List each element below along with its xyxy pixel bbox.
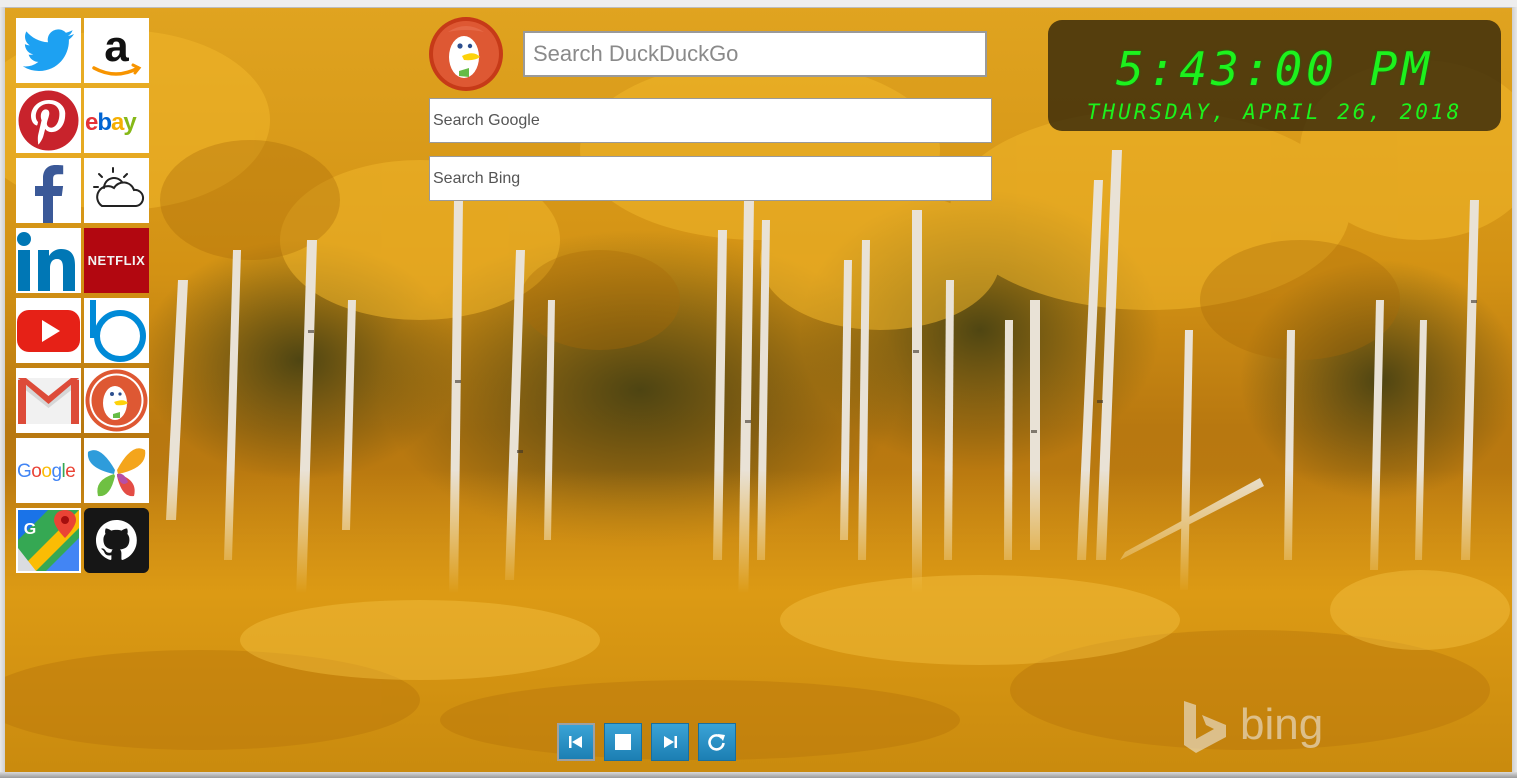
refresh-button[interactable] <box>698 723 736 761</box>
google-icon: Google <box>16 438 81 503</box>
duckduckgo-search-input[interactable] <box>523 31 987 77</box>
shortcut-google[interactable]: Google <box>16 438 81 503</box>
previous-button[interactable] <box>557 723 595 761</box>
clock-widget: 5:43:00 PM THURSDAY, APRIL 26, 2018 <box>1048 20 1501 131</box>
gmail-icon <box>16 368 81 433</box>
bing-watermark-text: bing <box>1240 700 1324 749</box>
shortcut-msn[interactable] <box>84 438 149 503</box>
shortcut-duckduckgo[interactable] <box>84 368 149 433</box>
stop-icon <box>615 734 631 750</box>
window-left-border <box>0 7 5 778</box>
netflix-icon: NETFLIX <box>84 228 149 293</box>
youtube-icon <box>16 298 81 363</box>
github-icon <box>84 508 149 573</box>
maps-logo-letter: G <box>24 521 36 538</box>
clock-date: THURSDAY, APRIL 26, 2018 <box>1086 100 1463 124</box>
google-maps-icon: G <box>16 508 81 573</box>
pinterest-icon <box>16 88 81 153</box>
skip-next-icon <box>664 736 677 748</box>
google-logo-text: Google <box>17 461 75 482</box>
msn-butterfly-icon <box>84 438 149 503</box>
linkedin-icon <box>16 228 81 293</box>
shortcut-amazon[interactable]: a <box>84 18 149 83</box>
bing-icon <box>84 298 149 363</box>
next-button[interactable] <box>651 723 689 761</box>
bing-watermark: bing <box>1182 699 1327 757</box>
shortcut-github[interactable] <box>84 508 149 573</box>
amazon-icon: a <box>84 18 149 83</box>
bing-logo-icon <box>1184 701 1226 753</box>
shortcut-youtube[interactable] <box>16 298 81 363</box>
shortcut-facebook[interactable] <box>16 158 81 223</box>
refresh-icon <box>708 734 725 751</box>
new-tab-page: a ebay NETFLIX Google G Search DuckDuckG… <box>0 0 1517 778</box>
shortcut-pinterest[interactable] <box>16 88 81 153</box>
shortcut-gmail[interactable] <box>16 368 81 433</box>
shortcut-netflix[interactable]: NETFLIX <box>84 228 149 293</box>
shortcut-ebay[interactable]: ebay <box>84 88 149 153</box>
ebay-logo-text: ebay <box>85 109 137 136</box>
facebook-icon <box>16 158 81 223</box>
amazon-logo-letter: a <box>104 22 129 71</box>
shortcut-grid: a ebay NETFLIX Google G <box>16 18 149 573</box>
bing-search-input[interactable] <box>429 156 992 201</box>
skip-previous-icon <box>569 736 582 748</box>
window-top-border <box>0 0 1517 8</box>
weather-icon <box>84 158 149 223</box>
window-bottom-border <box>0 772 1517 778</box>
stop-button[interactable] <box>604 723 642 761</box>
shortcut-linkedin[interactable] <box>16 228 81 293</box>
duckduckgo-icon <box>84 368 149 433</box>
shortcut-weather[interactable] <box>84 158 149 223</box>
shortcut-google-maps[interactable]: G <box>16 508 81 573</box>
google-search-input[interactable] <box>429 98 992 143</box>
clock-time: 5:43:00 PM <box>1116 42 1433 96</box>
ebay-icon: ebay <box>84 88 149 153</box>
wallpaper-controls <box>557 723 736 761</box>
duckduckgo-logo-icon[interactable] <box>428 16 504 92</box>
shortcut-twitter[interactable] <box>16 18 81 83</box>
netflix-logo-text: NETFLIX <box>88 253 146 268</box>
twitter-icon <box>16 18 81 83</box>
shortcut-bing[interactable] <box>84 298 149 363</box>
window-right-border <box>1512 7 1517 778</box>
